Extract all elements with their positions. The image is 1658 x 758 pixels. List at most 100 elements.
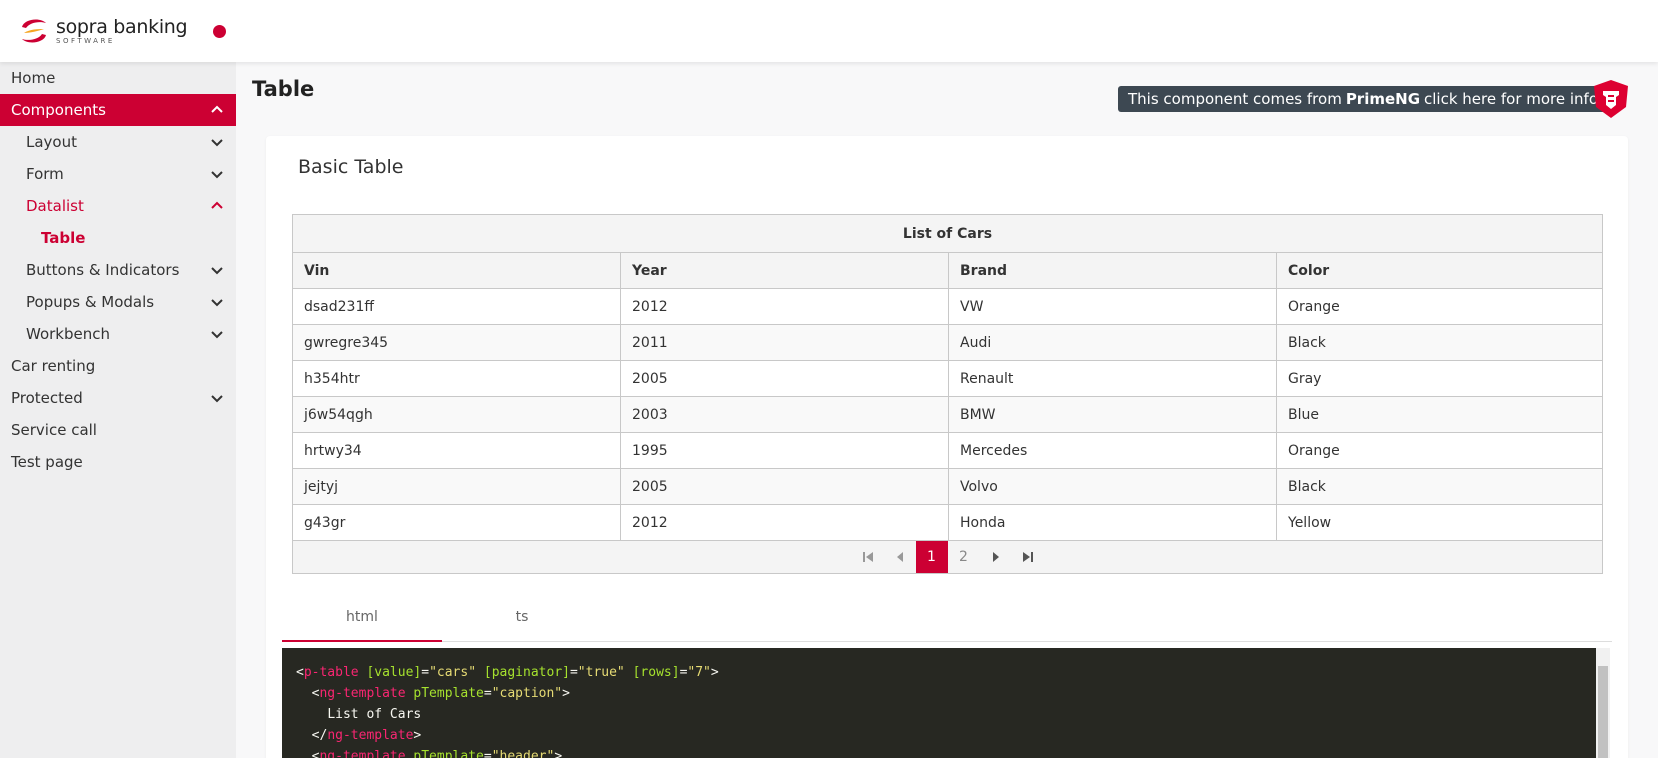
table-cell: Black — [1276, 324, 1603, 361]
table-cell: 2003 — [620, 396, 949, 433]
chevron-down-icon — [211, 331, 223, 339]
table-cell: dsad231ff — [292, 288, 621, 325]
table-cell: Honda — [948, 504, 1277, 541]
sidebar-item-car-renting[interactable]: Car renting — [0, 350, 236, 382]
table-cell: Audi — [948, 324, 1277, 361]
sidebar-item-form[interactable]: Form — [0, 158, 236, 190]
sidebar-item-protected[interactable]: Protected — [0, 382, 236, 414]
sidebar-item-datalist[interactable]: Datalist — [0, 190, 236, 222]
sidebar-nav: Home Components Layout Form Datalist Tab… — [0, 62, 236, 758]
table-cell: 2005 — [620, 468, 949, 505]
tab-html[interactable]: html — [282, 602, 442, 642]
code-token: "caption" — [491, 686, 563, 701]
table-cell: gwregre345 — [292, 324, 621, 361]
code-token: ng-template — [319, 686, 406, 701]
sidebar-item-service-call[interactable]: Service call — [0, 414, 236, 446]
table-cell: g43gr — [292, 504, 621, 541]
primeng-info-link[interactable]: This component comes from PrimeNG click … — [1118, 86, 1616, 112]
table-cell: Orange — [1276, 288, 1603, 325]
column-header-color[interactable]: Color — [1276, 252, 1603, 289]
code-tabs: html ts — [282, 602, 1612, 642]
logo-subtitle: SOFTWARE — [56, 36, 115, 45]
code-token: pTemplate — [413, 749, 484, 758]
code-token: ng-template — [327, 728, 414, 743]
prev-page-button[interactable] — [884, 541, 916, 573]
sidebar-item-components[interactable]: Components — [0, 94, 236, 126]
sopra-logo-icon — [22, 19, 46, 43]
table-cell: Mercedes — [948, 432, 1277, 469]
primeng-name: PrimeNG — [1345, 90, 1421, 108]
last-page-button[interactable] — [1012, 541, 1044, 573]
primeng-logo-icon[interactable] — [1592, 79, 1630, 119]
page-button-2[interactable]: 2 — [948, 541, 980, 573]
sidebar-item-test-page[interactable]: Test page — [0, 446, 236, 478]
sidebar-item-label: Home — [11, 69, 56, 87]
table-cell: 2012 — [620, 288, 949, 325]
chevron-down-icon — [211, 171, 223, 179]
scrollbar-thumb[interactable] — [1598, 666, 1608, 758]
table-cell: Volvo — [948, 468, 1277, 505]
primeng-suffix: click here for more info — [1424, 90, 1599, 108]
tab-ts[interactable]: ts — [442, 602, 602, 642]
sopra-logo[interactable]: sopra banking SOFTWARE — [18, 17, 188, 45]
sidebar-item-label: Test page — [11, 453, 83, 471]
table-row: jejtyj 2005 Volvo Black — [292, 468, 1603, 505]
code-token: List of Cars — [327, 707, 422, 722]
table-cell: 2005 — [620, 360, 949, 397]
sidebar-item-label: Workbench — [26, 325, 110, 343]
sidebar-item-label: Car renting — [11, 357, 96, 375]
table-cell: jejtyj — [292, 468, 621, 505]
table-row: g43gr 2012 Honda Yellow — [292, 504, 1603, 541]
table-cell: BMW — [948, 396, 1277, 433]
first-page-icon — [862, 552, 873, 562]
primeng-prefix: This component comes from — [1128, 90, 1342, 108]
code-token: [value] — [366, 665, 422, 680]
table-cell: 2012 — [620, 504, 949, 541]
table-cell: Black — [1276, 468, 1603, 505]
sidebar-item-label: Protected — [11, 389, 83, 407]
sidebar-item-layout[interactable]: Layout — [0, 126, 236, 158]
code-token: p-table — [303, 665, 359, 680]
table-cell: VW — [948, 288, 1277, 325]
code-token: "header" — [491, 749, 555, 758]
table-row: gwregre345 2011 Audi Black — [292, 324, 1603, 361]
chevron-down-icon — [211, 139, 223, 147]
chevron-down-icon — [211, 267, 223, 275]
chevron-down-icon — [211, 299, 223, 307]
column-header-vin[interactable]: Vin — [292, 252, 621, 289]
chevron-up-icon — [211, 105, 223, 113]
sidebar-item-label: Service call — [11, 421, 97, 439]
first-page-button[interactable] — [852, 541, 884, 573]
table-row: hrtwy34 1995 Mercedes Orange — [292, 432, 1603, 469]
sidebar-item-table[interactable]: Table — [0, 222, 236, 254]
page-button-1[interactable]: 1 — [915, 541, 948, 573]
app-header: sopra banking SOFTWARE — [0, 0, 1658, 62]
sidebar-item-popups-modals[interactable]: Popups & Modals — [0, 286, 236, 318]
table-caption: List of Cars — [292, 214, 1603, 253]
sidebar-item-workbench[interactable]: Workbench — [0, 318, 236, 350]
code-token: "cars" — [429, 665, 477, 680]
code-token: ng-template — [319, 749, 406, 758]
caret-left-icon — [896, 552, 903, 562]
chevron-down-icon — [211, 395, 223, 403]
page-title: Table — [252, 77, 315, 101]
code-token: [rows] — [632, 665, 680, 680]
table-cell: 1995 — [620, 432, 949, 469]
status-dot — [213, 25, 226, 38]
sidebar-item-home[interactable]: Home — [0, 62, 236, 94]
column-header-year[interactable]: Year — [620, 252, 949, 289]
table-paginator: 1 2 — [292, 541, 1603, 574]
table-cell: j6w54qgh — [292, 396, 621, 433]
code-token: [paginator] — [483, 665, 570, 680]
sidebar-item-label: Popups & Modals — [26, 293, 155, 311]
table-row: dsad231ff 2012 VW Orange — [292, 288, 1603, 325]
next-page-button[interactable] — [980, 541, 1012, 573]
sidebar-item-label: Components — [11, 101, 106, 119]
cars-table: List of Cars Vin Year Brand Color dsad23… — [292, 214, 1603, 541]
sidebar-item-label: Form — [26, 165, 64, 183]
sidebar-item-buttons-indicators[interactable]: Buttons & Indicators — [0, 254, 236, 286]
table-row: h354htr 2005 Renault Gray — [292, 360, 1603, 397]
code-scrollbar[interactable] — [1596, 648, 1610, 758]
column-header-brand[interactable]: Brand — [948, 252, 1277, 289]
code-block: <p-table [value]="cars" [paginator]="tru… — [282, 648, 1596, 758]
